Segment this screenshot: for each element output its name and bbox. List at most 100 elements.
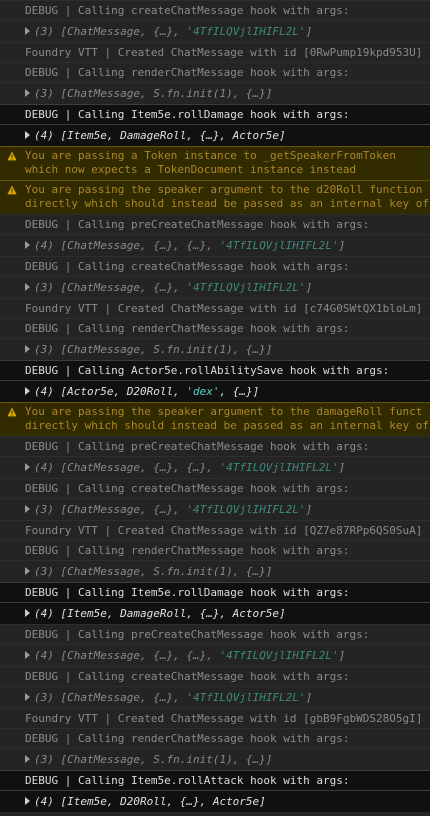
expand-triangle-icon[interactable] (25, 241, 30, 249)
message-text: Foundry VTT | Created ChatMessage with i… (25, 524, 423, 537)
args-close: ] (305, 25, 313, 38)
args-string-value: '4TfILQVjlIHIFL2L' (186, 281, 306, 294)
args-count: (3) (34, 87, 54, 100)
message-text: DEBUG | Calling createChatMessage hook w… (25, 260, 350, 273)
args-count: (4) (34, 129, 54, 142)
console-message: DEBUG | Calling renderChatMessage hook w… (0, 540, 430, 560)
console-message: DEBUG | Calling createChatMessage hook w… (0, 256, 430, 276)
console-message-highlighted: DEBUG | Calling Actor5e.rollAbilitySave … (0, 360, 430, 380)
args-open: [ChatMessage, {…}, (60, 281, 187, 294)
message-text: Foundry VTT | Created ChatMessage with i… (25, 302, 423, 315)
message-text: DEBUG | Calling renderChatMessage hook w… (25, 322, 350, 335)
args-array: (3) [ChatMessage, S.fn.init(1), {…}] (34, 87, 272, 100)
args-string-value: '4TfILQVjlIHIFL2L' (219, 461, 339, 474)
console-message: DEBUG | Calling preCreateChatMessage hoo… (0, 436, 430, 456)
args-open: [ChatMessage, {…}, (60, 503, 187, 516)
console-args-row[interactable]: (3) [ChatMessage, {…}, '4TfILQVjlIHIFL2L… (0, 498, 430, 520)
args-array: (4) [Item5e, DamageRoll, {…}, Actor5e] (34, 129, 286, 142)
message-text: DEBUG | Calling renderChatMessage hook w… (25, 544, 350, 557)
console-message: DEBUG | Calling createChatMessage hook w… (0, 666, 430, 686)
args-array: (4) [Item5e, DamageRoll, {…}, Actor5e] (34, 607, 286, 620)
args-close: ] (338, 461, 346, 474)
console-message: DEBUG | Calling renderChatMessage hook w… (0, 318, 430, 338)
expand-triangle-icon[interactable] (25, 567, 30, 575)
expand-triangle-icon[interactable] (25, 283, 30, 291)
console-message: Foundry VTT | Created ChatMessage with i… (0, 708, 430, 728)
args-array: (3) [ChatMessage, {…}, '4TfILQVjlIHIFL2L… (34, 503, 312, 516)
expand-triangle-icon[interactable] (25, 609, 30, 617)
args-count: (3) (34, 343, 54, 356)
args-count: (4) (34, 607, 54, 620)
expand-triangle-icon[interactable] (25, 131, 30, 139)
message-text: DEBUG | Calling Actor5e.rollAbilitySave … (25, 364, 390, 377)
args-string-value: '4TfILQVjlIHIFL2L' (186, 691, 306, 704)
console-args-row[interactable]: (3) [ChatMessage, S.fn.init(1), {…}] (0, 748, 430, 770)
args-count: (4) (34, 239, 54, 252)
console-args-row[interactable]: (3) [ChatMessage, {…}, '4TfILQVjlIHIFL2L… (0, 686, 430, 708)
warning-line-1: You are passing the speaker argument to … (25, 183, 423, 196)
console-warning: You are passing the speaker argument to … (0, 402, 430, 436)
args-string-value: '4TfILQVjlIHIFL2L' (186, 503, 306, 516)
args-array: (3) [ChatMessage, {…}, '4TfILQVjlIHIFL2L… (34, 691, 312, 704)
console-message-highlighted: DEBUG | Calling Item5e.rollAttack hook w… (0, 770, 430, 790)
console-message-highlighted: DEBUG | Calling Item5e.rollDamage hook w… (0, 104, 430, 124)
args-close: ] (338, 239, 346, 252)
args-array: (3) [ChatMessage, S.fn.init(1), {…}] (34, 753, 272, 766)
args-array: (4) [ChatMessage, {…}, {…}, '4TfILQVjlIH… (34, 239, 345, 252)
message-text: Foundry VTT | Created ChatMessage with i… (25, 712, 423, 725)
console-args-row[interactable]: (4) [ChatMessage, {…}, {…}, '4TfILQVjlIH… (0, 644, 430, 666)
expand-triangle-icon[interactable] (25, 651, 30, 659)
expand-triangle-icon[interactable] (25, 387, 30, 395)
expand-triangle-icon[interactable] (25, 463, 30, 471)
expand-triangle-icon[interactable] (25, 27, 30, 35)
warning-line-2: directly which should instead be passed … (25, 197, 429, 210)
console-message: Foundry VTT | Created ChatMessage with i… (0, 42, 430, 62)
console-args-row[interactable]: (4) [ChatMessage, {…}, {…}, '4TfILQVjlIH… (0, 456, 430, 478)
console-warning: You are passing a Token instance to _get… (0, 146, 430, 180)
console-warning: You are passing the speaker argument to … (0, 180, 430, 214)
expand-triangle-icon[interactable] (25, 755, 30, 763)
args-open: [ChatMessage, {…}, {…}, (60, 461, 220, 474)
warning-triangle-icon (7, 151, 17, 161)
console-args-row[interactable]: (4) [Item5e, DamageRoll, {…}, Actor5e] (0, 602, 430, 624)
message-text: DEBUG | Calling createChatMessage hook w… (25, 4, 350, 17)
args-open: [Item5e, D20Roll, {…}, Actor5e] (60, 795, 266, 808)
args-array: (3) [ChatMessage, {…}, '4TfILQVjlIHIFL2L… (34, 25, 312, 38)
expand-triangle-icon[interactable] (25, 89, 30, 97)
args-count: (4) (34, 795, 54, 808)
args-string-value: '4TfILQVjlIHIFL2L' (219, 239, 339, 252)
console-args-row[interactable]: (4) [Item5e, DamageRoll, {…}, Actor5e] (0, 124, 430, 146)
args-open: [ChatMessage, {…}, {…}, (60, 649, 220, 662)
console-args-row[interactable]: (3) [ChatMessage, S.fn.init(1), {…}] (0, 338, 430, 360)
args-open: [Item5e, DamageRoll, {…}, Actor5e] (60, 607, 286, 620)
console-message-highlighted: DEBUG | Calling Item5e.rollDamage hook w… (0, 582, 430, 602)
console-args-row[interactable]: (4) [Actor5e, D20Roll, 'dex', {…}] (0, 380, 430, 402)
args-count: (3) (34, 753, 54, 766)
warning-triangle-icon (7, 185, 17, 195)
warning-line-1: You are passing a Token instance to _get… (25, 149, 396, 162)
args-array: (3) [ChatMessage, {…}, '4TfILQVjlIHIFL2L… (34, 281, 312, 294)
console-message: DEBUG | Calling renderChatMessage hook w… (0, 728, 430, 748)
expand-triangle-icon[interactable] (25, 505, 30, 513)
expand-triangle-icon[interactable] (25, 797, 30, 805)
message-text: DEBUG | Calling preCreateChatMessage hoo… (25, 628, 370, 641)
args-array: (4) [Item5e, D20Roll, {…}, Actor5e] (34, 795, 266, 808)
console-message: Foundry VTT | Created ChatMessage with i… (0, 298, 430, 318)
args-open: [ChatMessage, {…}, (60, 25, 187, 38)
console-args-row[interactable]: (3) [ChatMessage, S.fn.init(1), {…}] (0, 560, 430, 582)
args-close: ] (338, 649, 346, 662)
args-array: (3) [ChatMessage, S.fn.init(1), {…}] (34, 565, 272, 578)
args-open: [ChatMessage, {…}, {…}, (60, 239, 220, 252)
console-args-row[interactable]: (3) [ChatMessage, {…}, '4TfILQVjlIHIFL2L… (0, 20, 430, 42)
warning-line-2: directly which should instead be passed … (25, 419, 429, 432)
console-args-row[interactable]: (3) [ChatMessage, {…}, '4TfILQVjlIHIFL2L… (0, 276, 430, 298)
args-string-value: '4TfILQVjlIHIFL2L' (219, 649, 339, 662)
expand-triangle-icon[interactable] (25, 693, 30, 701)
message-text: DEBUG | Calling createChatMessage hook w… (25, 482, 350, 495)
args-array: (4) [ChatMessage, {…}, {…}, '4TfILQVjlIH… (34, 649, 345, 662)
expand-triangle-icon[interactable] (25, 345, 30, 353)
console-args-row[interactable]: (3) [ChatMessage, S.fn.init(1), {…}] (0, 82, 430, 104)
args-close: ] (305, 281, 313, 294)
console-args-row[interactable]: (4) [ChatMessage, {…}, {…}, '4TfILQVjlIH… (0, 234, 430, 256)
console-args-row[interactable]: (4) [Item5e, D20Roll, {…}, Actor5e] (0, 790, 430, 812)
